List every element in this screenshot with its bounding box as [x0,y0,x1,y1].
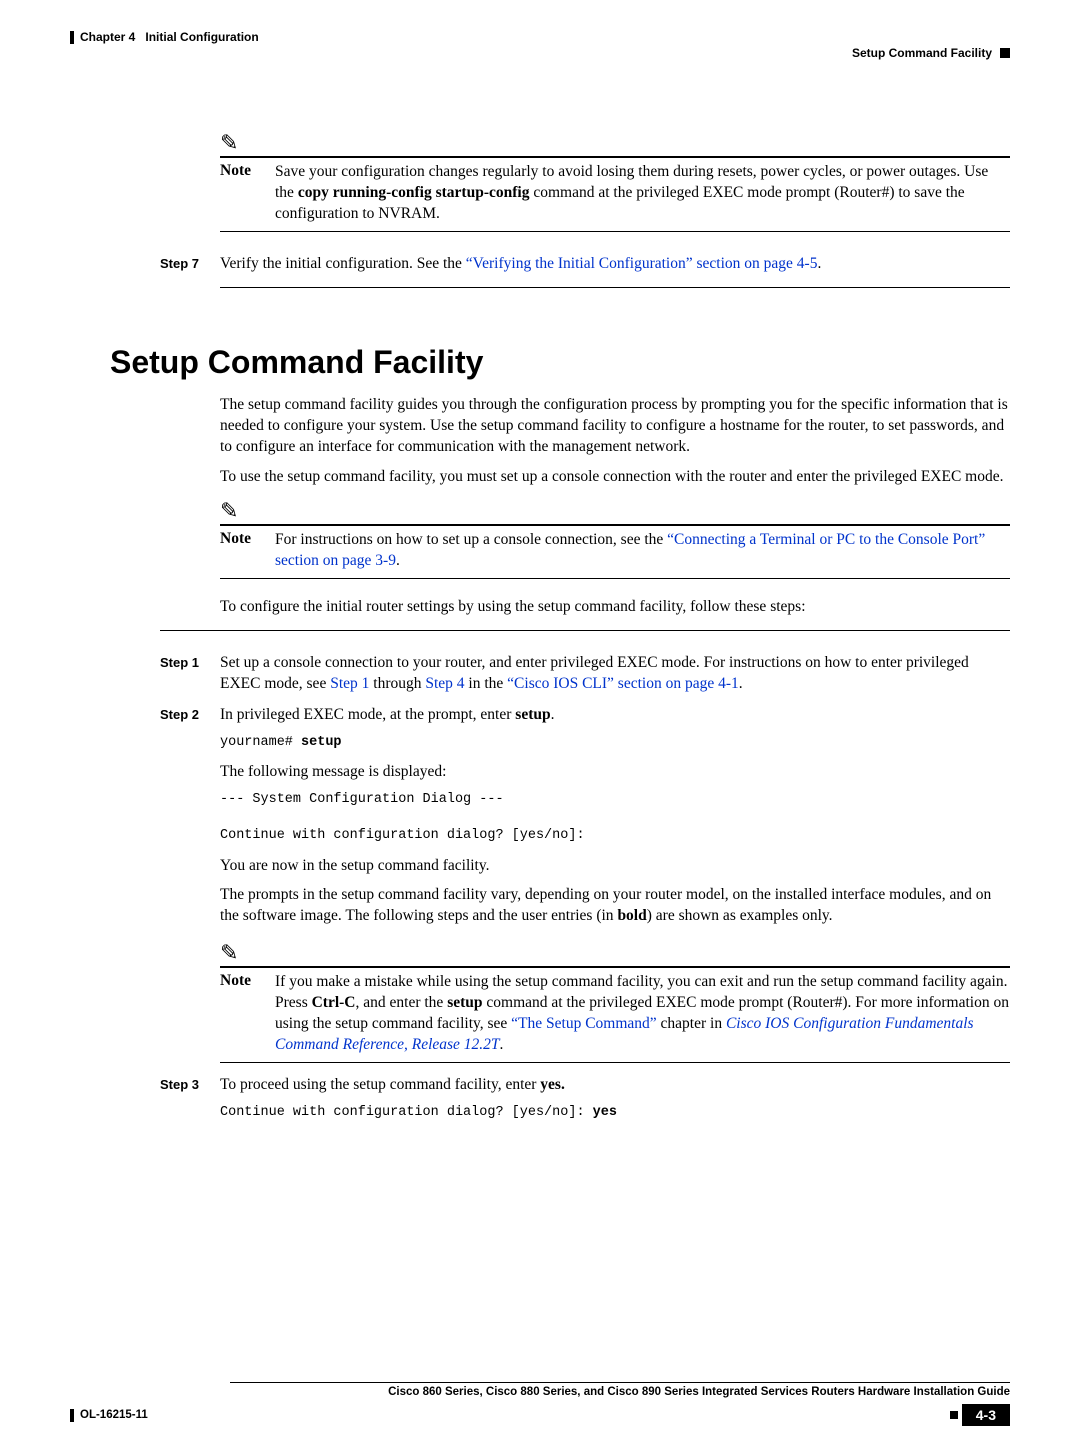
note-block: ✎ Note If you make a mistake while using… [220,940,1010,1063]
step-body: To proceed using the setup command facil… [220,1075,1010,1132]
note-block: ✎ Note For instructions on how to set up… [220,498,1010,579]
step-row: Step 2 In privileged EXEC mode, at the p… [160,705,1010,934]
step-label: Step 3 [160,1075,220,1132]
footer-guide-title: Cisco 860 Series, Cisco 880 Series, and … [70,1386,1010,1398]
link-step1[interactable]: Step 1 [330,675,369,692]
footer-doc-id: OL-16215-11 [70,1409,148,1422]
step-body: Set up a console connection to your rout… [220,653,1010,695]
header-marker-icon [1000,48,1010,58]
link-verifying-config[interactable]: “Verifying the Initial Configuration” se… [466,255,818,272]
page-footer: Cisco 860 Series, Cisco 880 Series, and … [70,1382,1010,1426]
step-label: Step 1 [160,653,220,695]
note-label: Note [220,530,275,572]
note-icon: ✎ [220,940,1010,966]
note-block: ✎ Note Save your configuration changes r… [220,130,1010,232]
note-text: For instructions on how to set up a cons… [275,530,1010,572]
code-block: --- System Configuration Dialog --- Cont… [220,791,1010,846]
note-icon: ✎ [220,498,1010,524]
code-block: Continue with configuration dialog? [yes… [220,1104,1010,1122]
link-step4[interactable]: Step 4 [425,675,464,692]
step-label: Step 7 [160,254,220,275]
section-heading: Setup Command Facility [110,344,1010,381]
header-section: Setup Command Facility [70,46,1010,60]
note-label: Note [220,162,275,225]
intro-p1: The setup command facility guides you th… [220,395,1010,458]
note-icon: ✎ [220,130,1010,156]
footer-marker-icon [950,1411,958,1419]
note-label: Note [220,972,275,1056]
step-body: Verify the initial configuration. See th… [220,254,1010,275]
link-setup-command[interactable]: “The Setup Command” [511,1015,657,1032]
step-row: Step 3 To proceed using the setup comman… [160,1075,1010,1132]
page-number: 4-3 [962,1404,1010,1426]
link-cisco-ios-cli[interactable]: “Cisco IOS CLI” section on page 4-1 [507,675,739,692]
intro-p2: To use the setup command facility, you m… [220,467,1010,488]
step-row: Step 7 Verify the initial configuration.… [160,254,1010,275]
note-text: If you make a mistake while using the se… [275,972,1010,1056]
chapter-title: Initial Configuration [145,30,258,44]
header-chapter: Chapter 4 Initial Configuration [70,30,1010,44]
step-row: Step 1 Set up a console connection to yo… [160,653,1010,695]
code-block: yourname# setup [220,734,1010,752]
chapter-label: Chapter 4 [80,30,135,44]
step-body: In privileged EXEC mode, at the prompt, … [220,705,1010,934]
config-intro: To configure the initial router settings… [220,597,1010,618]
step-label: Step 2 [160,705,220,934]
note-text: Save your configuration changes regularl… [275,162,1010,225]
